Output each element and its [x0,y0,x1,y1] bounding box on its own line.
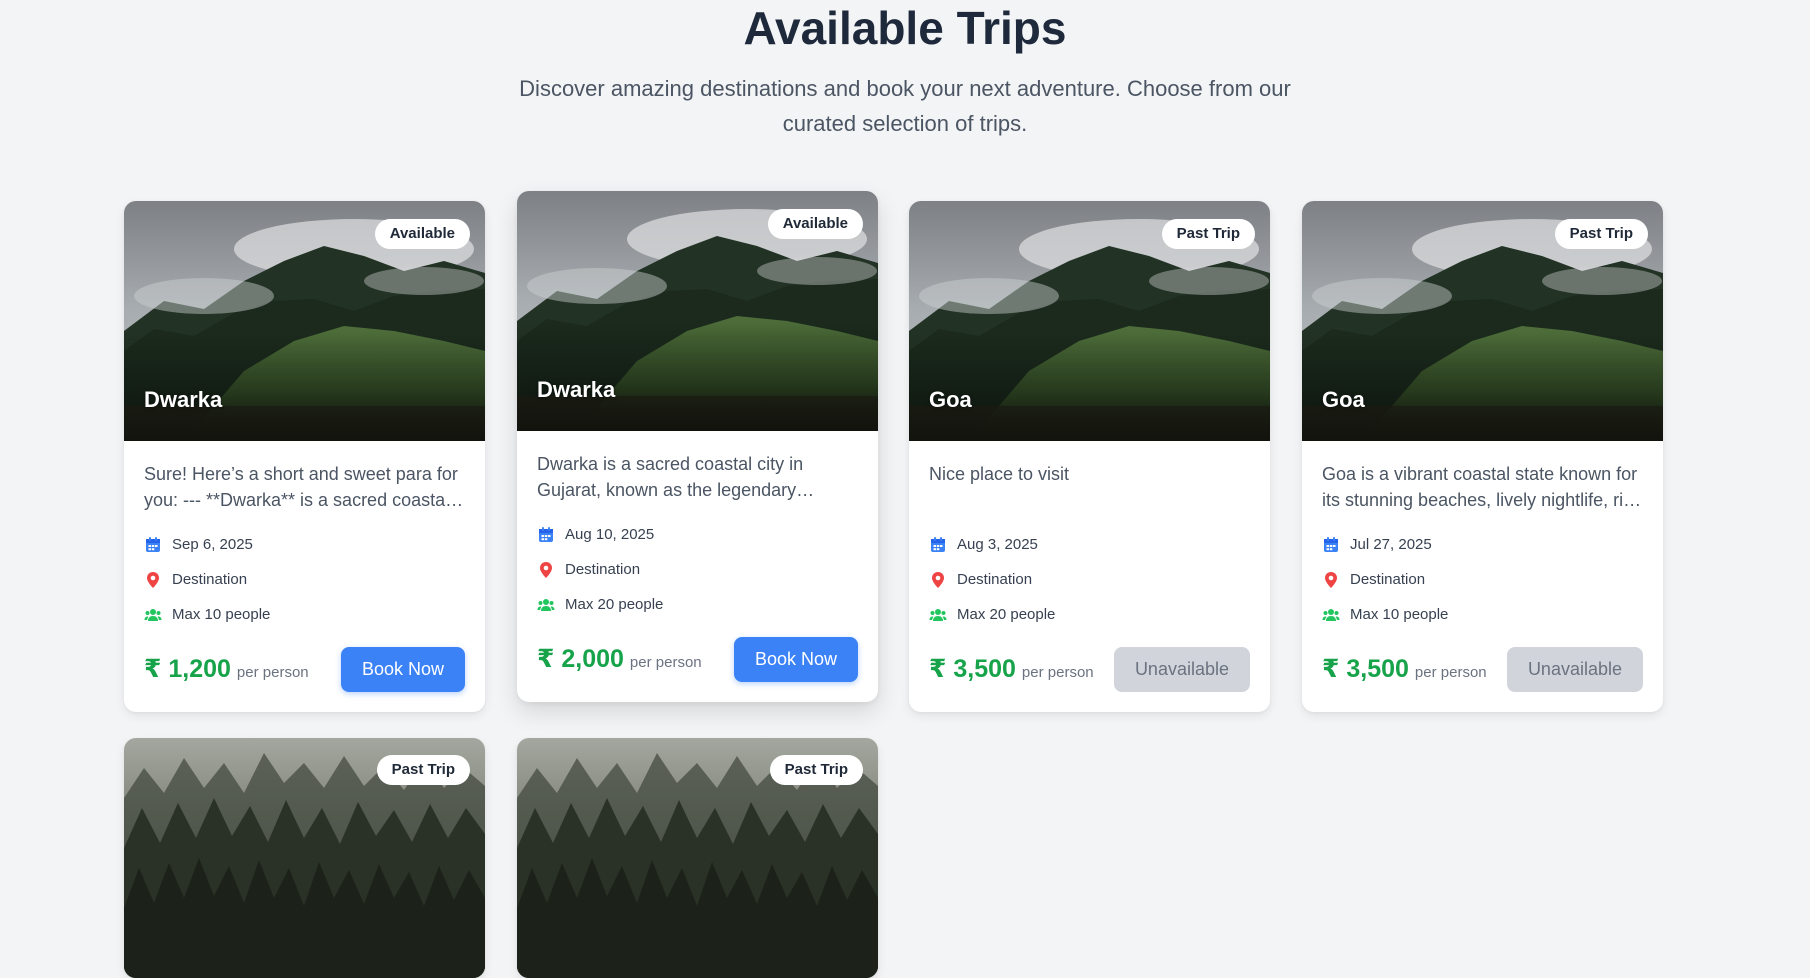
page-subtitle: Discover amazing destinations and book y… [519,76,1291,136]
trip-card: Available Dwarka Sure! Here’s a short an… [124,201,485,712]
users-icon [929,608,947,621]
per-person-label: per person [629,654,702,671]
currency-symbol: ₹ [929,655,947,683]
trip-title: Goa [929,387,972,412]
trip-card: Past Trip Goa Nice place to visit Aug 3,… [909,201,1270,712]
map-pin-icon [147,571,159,588]
trip-date-text: Aug 10, 2025 [565,526,655,543]
trip-location: Destination [537,552,858,587]
trip-date: Aug 10, 2025 [537,517,858,552]
trip-capacity-text: Max 20 people [565,596,664,613]
trip-card: Past Trip [124,738,485,978]
trip-price: ₹ 1,200 per person [144,654,309,684]
calendar-icon [931,536,945,552]
users-icon [537,598,555,611]
users-icon [144,608,162,621]
trip-capacity-text: Max 20 people [957,606,1056,623]
trip-image: Available Dwarka [124,201,485,441]
price-amount: 3,500 [1346,655,1409,683]
map-pin-icon [540,561,552,578]
trip-location: Destination [1322,562,1643,597]
trip-image: Past Trip Goa [1302,201,1663,441]
trip-capacity-text: Max 10 people [172,606,271,623]
users-icon [1322,608,1340,621]
trip-date: Jul 27, 2025 [1322,527,1643,562]
trip-title: Goa [1322,387,1365,412]
trip-card: Available Dwarka Dwarka is a sacred coas… [517,191,878,702]
trip-date: Aug 3, 2025 [929,527,1250,562]
unavailable-button[interactable]: Unavailable [1506,646,1643,692]
trip-price: ₹ 3,500 per person [1322,654,1487,684]
trip-image: Past Trip [124,738,485,978]
status-badge: Past Trip [1554,219,1648,249]
trip-card: Past Trip [517,738,878,978]
trip-description: Sure! Here’s a short and sweet para for … [144,464,458,510]
trip-date: Sep 6, 2025 [144,527,465,562]
trip-capacity: Max 20 people [537,587,858,622]
trip-location-text: Destination [172,571,248,588]
per-person-label: per person [1021,664,1094,681]
book-now-button[interactable]: Book Now [340,646,465,692]
trip-price: ₹ 2,000 per person [537,644,702,674]
trip-image: Available Dwarka [517,191,878,431]
status-badge: Available [767,209,863,239]
trip-location-text: Destination [1350,571,1426,588]
trip-capacity: Max 20 people [929,597,1250,632]
map-pin-icon [932,571,944,588]
per-person-label: per person [236,664,309,681]
trip-description: Nice place to visit [929,464,1070,484]
trip-date-text: Aug 3, 2025 [957,536,1038,553]
calendar-icon [1324,536,1338,552]
trip-location: Destination [144,562,465,597]
book-now-button[interactable]: Book Now [733,636,858,682]
trip-location-text: Destination [565,561,641,578]
trip-location-text: Destination [957,571,1033,588]
price-amount: 1,200 [168,655,231,683]
status-badge: Past Trip [376,755,470,785]
trip-description: Dwarka is a sacred coastal city in Gujar… [537,454,804,500]
trip-description: Goa is a vibrant coastal state known for… [1322,464,1643,510]
status-badge: Past Trip [769,755,863,785]
trip-image: Past Trip Goa [909,201,1270,441]
price-amount: 3,500 [953,655,1016,683]
calendar-icon [539,526,553,542]
trip-card: Past Trip Goa Goa is a vibrant coastal s… [1302,201,1663,712]
per-person-label: per person [1414,664,1487,681]
price-amount: 2,000 [561,645,624,673]
trip-location: Destination [929,562,1250,597]
calendar-icon [146,536,160,552]
trip-capacity: Max 10 people [1322,597,1643,632]
trip-capacity-text: Max 10 people [1350,606,1449,623]
trip-image: Past Trip [517,738,878,978]
unavailable-button[interactable]: Unavailable [1113,646,1250,692]
trip-date-text: Jul 27, 2025 [1350,536,1432,553]
currency-symbol: ₹ [537,645,555,673]
trip-date-text: Sep 6, 2025 [172,536,253,553]
page-title: Available Trips [743,2,1067,54]
currency-symbol: ₹ [144,655,162,683]
currency-symbol: ₹ [1322,655,1340,683]
trip-title: Dwarka [537,377,616,402]
trip-price: ₹ 3,500 per person [929,654,1094,684]
status-badge: Past Trip [1161,219,1255,249]
map-pin-icon [1325,571,1337,588]
trip-capacity: Max 10 people [144,597,465,632]
status-badge: Available [374,219,470,249]
trip-title: Dwarka [144,387,223,412]
